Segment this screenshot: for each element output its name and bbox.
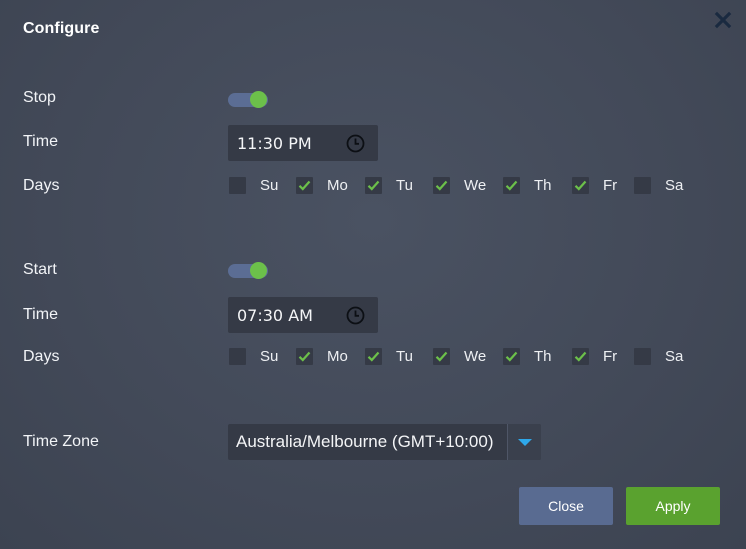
stop-time-input[interactable]: 11:30 PM bbox=[228, 125, 378, 161]
checkmark-icon bbox=[298, 351, 311, 362]
checkmark-icon bbox=[367, 351, 380, 362]
start-time-label: Time bbox=[23, 306, 58, 323]
timezone-value: Australia/Melbourne (GMT+10:00) bbox=[236, 432, 494, 451]
checkbox-checked[interactable] bbox=[572, 177, 589, 194]
start-toggle[interactable] bbox=[228, 262, 268, 279]
checkmark-icon bbox=[505, 180, 518, 191]
checkbox-checked[interactable] bbox=[433, 177, 450, 194]
stop-days-label: Days bbox=[23, 177, 60, 194]
day-label: Th bbox=[534, 177, 552, 194]
checkbox-checked[interactable] bbox=[365, 348, 382, 365]
checkbox-checked[interactable] bbox=[296, 177, 313, 194]
day-label: Tu bbox=[396, 348, 413, 365]
clock-icon[interactable] bbox=[346, 306, 365, 325]
day-label: Tu bbox=[396, 177, 413, 194]
timezone-label: Time Zone bbox=[23, 433, 99, 450]
checkmark-icon bbox=[574, 351, 587, 362]
toggle-knob bbox=[250, 91, 267, 108]
checkbox-unchecked[interactable] bbox=[634, 177, 651, 194]
day-label: Sa bbox=[665, 348, 684, 365]
checkbox-unchecked[interactable] bbox=[634, 348, 651, 365]
checkmark-icon bbox=[435, 180, 448, 191]
day-label: Mo bbox=[327, 348, 348, 365]
start-days-label: Days bbox=[23, 348, 60, 365]
dropdown-arrow-button[interactable] bbox=[507, 424, 541, 460]
stop-time-label: Time bbox=[23, 133, 58, 150]
stop-label: Stop bbox=[23, 89, 56, 106]
close-x-icon[interactable] bbox=[711, 8, 735, 32]
toggle-knob bbox=[250, 262, 267, 279]
checkmark-icon bbox=[574, 180, 587, 191]
day-label: Mo bbox=[327, 177, 348, 194]
checkbox-unchecked[interactable] bbox=[229, 348, 246, 365]
day-label: Su bbox=[260, 348, 279, 365]
stop-time-value: 11:30 PM bbox=[237, 134, 312, 153]
checkbox-checked[interactable] bbox=[503, 348, 520, 365]
checkmark-icon bbox=[298, 180, 311, 191]
start-time-input[interactable]: 07:30 AM bbox=[228, 297, 378, 333]
timezone-select[interactable]: Australia/Melbourne (GMT+10:00) bbox=[228, 424, 541, 460]
dialog-title: Configure bbox=[23, 20, 100, 37]
day-label: Fr bbox=[603, 177, 618, 194]
day-label: We bbox=[464, 348, 487, 365]
checkbox-checked[interactable] bbox=[365, 177, 382, 194]
day-label: Sa bbox=[665, 177, 684, 194]
apply-button[interactable]: Apply bbox=[626, 487, 720, 525]
day-label: Su bbox=[260, 177, 279, 194]
day-label: Fr bbox=[603, 348, 618, 365]
start-label: Start bbox=[23, 261, 57, 278]
checkbox-checked[interactable] bbox=[572, 348, 589, 365]
start-time-value: 07:30 AM bbox=[237, 306, 313, 325]
stop-toggle[interactable] bbox=[228, 91, 268, 108]
configure-dialog: Configure Stop Time 11:30 PM Days Su Mo Tu… bbox=[0, 0, 746, 549]
checkbox-checked[interactable] bbox=[433, 348, 450, 365]
clock-icon[interactable] bbox=[346, 134, 365, 153]
checkbox-unchecked[interactable] bbox=[229, 177, 246, 194]
chevron-down-icon bbox=[518, 439, 532, 446]
checkmark-icon bbox=[435, 351, 448, 362]
day-label: We bbox=[464, 177, 487, 194]
close-button[interactable]: Close bbox=[519, 487, 613, 525]
checkmark-icon bbox=[505, 351, 518, 362]
day-label: Th bbox=[534, 348, 552, 365]
checkmark-icon bbox=[367, 180, 380, 191]
checkbox-checked[interactable] bbox=[296, 348, 313, 365]
checkbox-checked[interactable] bbox=[503, 177, 520, 194]
